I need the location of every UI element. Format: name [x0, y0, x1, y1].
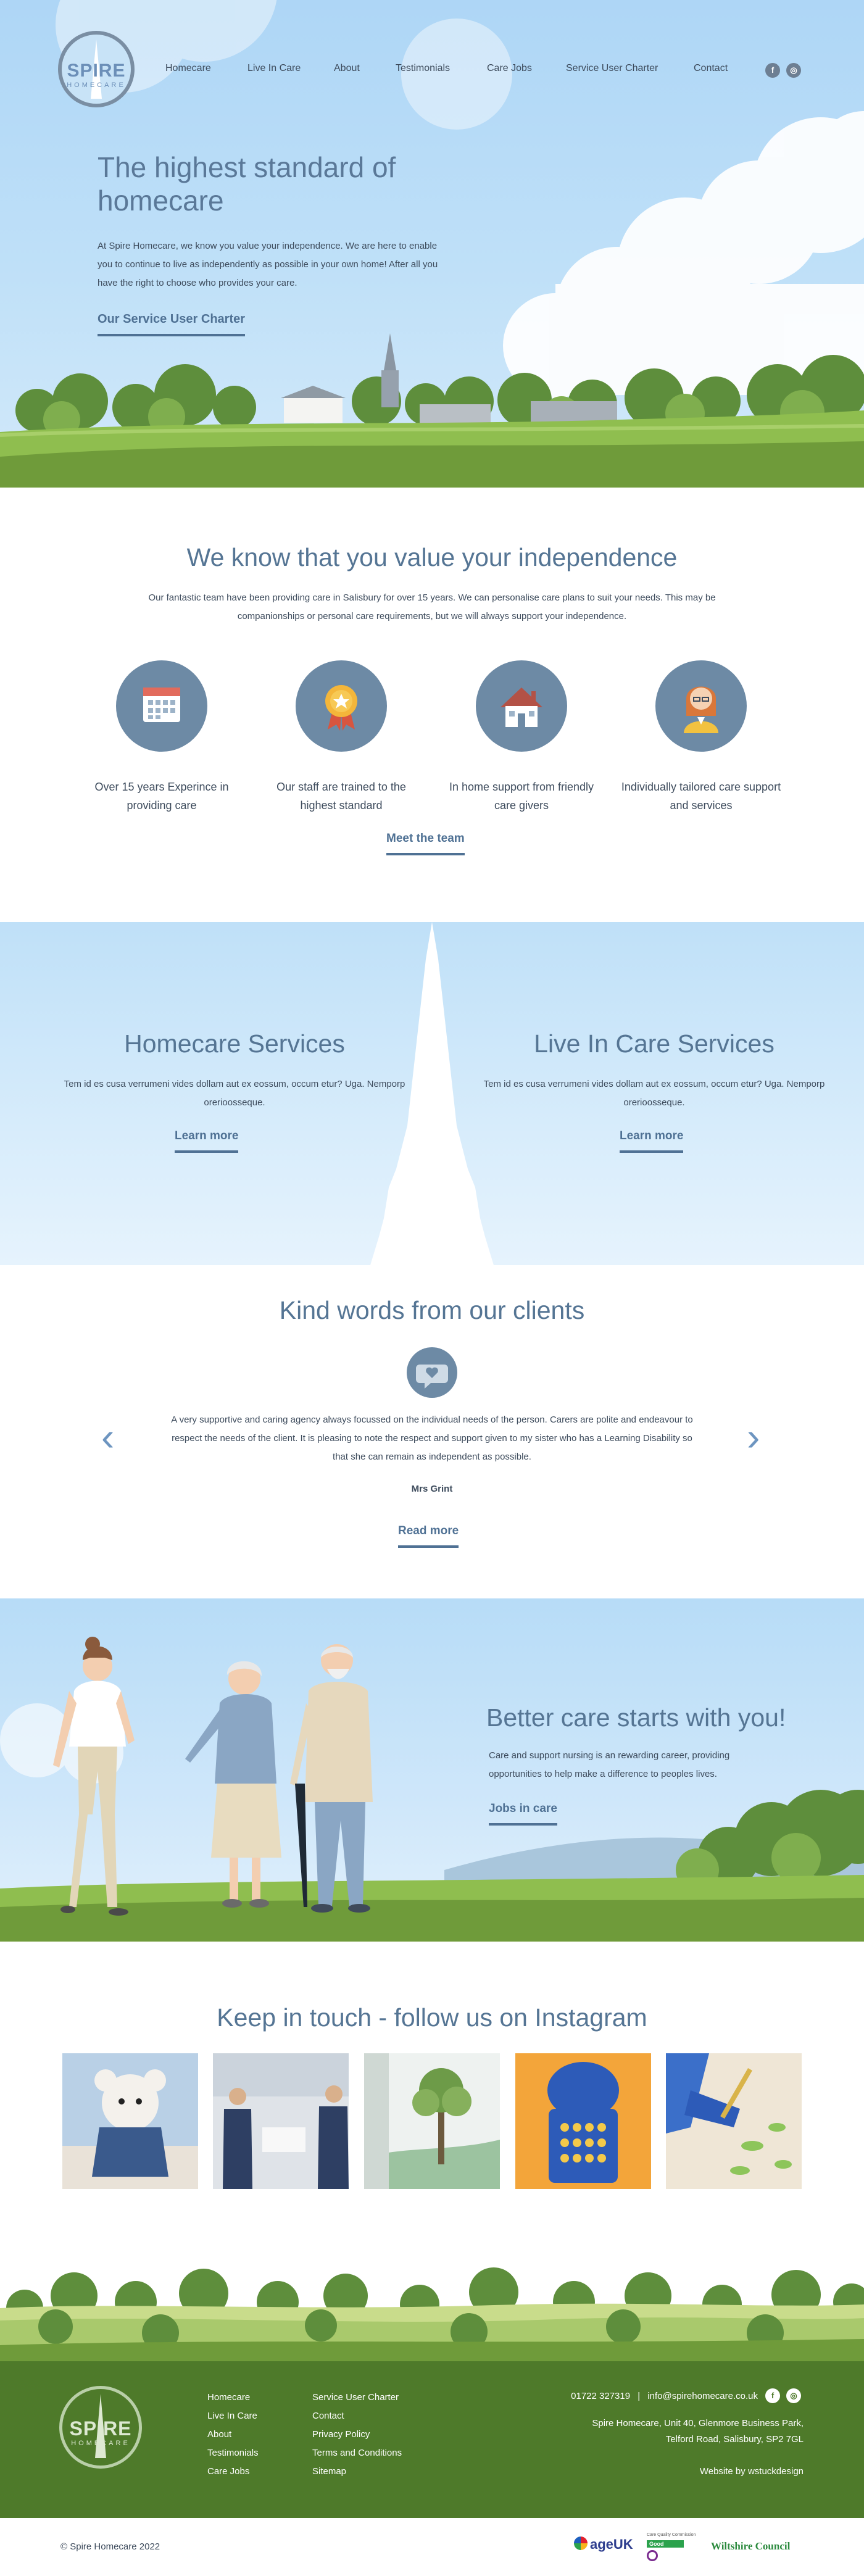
footer-separator: | — [638, 2391, 641, 2401]
footer-address-line-1: Spire Homecare, Unit 40, Glenmore Busine… — [592, 2418, 804, 2429]
age-uk-mark-icon — [574, 2537, 588, 2550]
homecare-learn-more-link[interactable]: Learn more — [175, 1129, 239, 1153]
footer-contact-line: 01722 327319 | info@spirehomecare.co.uk — [571, 2391, 758, 2401]
better-care-section: Better care starts with you! Care and su… — [0, 1598, 864, 1942]
footer-link-live-in-care[interactable]: Live In Care — [207, 2407, 259, 2425]
footer-link-homecare[interactable]: Homecare — [207, 2388, 259, 2407]
footer-email[interactable]: info@spirehomecare.co.uk — [647, 2391, 758, 2401]
feature-experience: Over 15 years Experince in providing car… — [81, 660, 242, 815]
feature-caption: In home support from friendly care giver… — [449, 781, 594, 812]
main-nav: Homecare Live In Care About Testimonials… — [0, 63, 864, 78]
footer-logo-brand: SPIRE — [69, 2417, 132, 2440]
feature-trained-staff: Our staff are trained to the highest sta… — [261, 660, 422, 815]
age-uk-logo[interactable]: ageUK — [574, 2535, 636, 2560]
services-section: Homecare Services Tem id es cusa verrume… — [0, 922, 864, 1265]
age-uk-text: ageUK — [590, 2537, 633, 2552]
teddy-photo-icon — [62, 2053, 198, 2189]
meet-the-team-link[interactable]: Meet the team — [386, 832, 465, 855]
better-care-title: Better care starts with you! — [486, 1703, 786, 1732]
footer-facebook-icon[interactable]: f — [765, 2388, 780, 2403]
page: SPIRE HOMECARE Homecare Live In Care Abo… — [0, 0, 864, 2576]
hero-section: SPIRE HOMECARE Homecare Live In Care Abo… — [0, 0, 864, 488]
feature-caption: Over 15 years Experince in providing car… — [94, 781, 229, 812]
independence-text: Our fantastic team have been providing c… — [148, 592, 716, 621]
testimonials-title: Kind words from our clients — [279, 1296, 585, 1324]
wiltshire-council-logo[interactable]: Wiltshire Council — [711, 2540, 790, 2553]
instagram-title: Keep in touch - follow us on Instagram — [217, 2003, 647, 2032]
game-photo-icon — [515, 2053, 651, 2189]
footer-links-col-2: Service User Charter Contact Privacy Pol… — [312, 2388, 402, 2481]
independence-title: We know that you value your independence — [186, 543, 678, 571]
copyright: © Spire Homecare 2022 — [60, 2541, 160, 2552]
homecare-services-title: Homecare Services — [124, 1029, 345, 1058]
footer-links-col-1: Homecare Live In Care About Testimonials… — [207, 2388, 259, 2481]
credit-link[interactable]: wstuckdesign — [748, 2466, 804, 2477]
footer-link-contact[interactable]: Contact — [312, 2407, 402, 2425]
house-icon — [476, 660, 567, 752]
footer-landscape-illustration — [0, 2267, 864, 2364]
footer-address: Spire Homecare, Unit 40, Glenmore Busine… — [592, 2416, 804, 2448]
read-more-link[interactable]: Read more — [398, 1524, 459, 1548]
instagram-post-2[interactable] — [213, 2053, 349, 2189]
hero-title: The highest standard of homecare — [98, 151, 396, 217]
footer-link-care-jobs[interactable]: Care Jobs — [207, 2462, 259, 2481]
homecare-services-text: Tem id es cusa verrumeni vides dollam au… — [64, 1079, 405, 1108]
nav-care-jobs[interactable]: Care Jobs — [487, 63, 532, 74]
instagram-post-5[interactable] — [666, 2053, 802, 2189]
facebook-icon[interactable]: f — [765, 63, 780, 78]
speech-heart-icon — [407, 1347, 457, 1398]
cqc-rating-badge: Good — [647, 2540, 684, 2548]
cqc-mark-icon — [647, 2550, 658, 2561]
footer-link-about[interactable]: About — [207, 2425, 259, 2444]
footer-address-line-2: Telford Road, Salisbury, SP2 7GL — [665, 2434, 804, 2445]
calendar-icon — [116, 660, 207, 752]
nav-live-in-care[interactable]: Live In Care — [247, 63, 301, 74]
feature-caption: Individually tailored care support and s… — [621, 781, 781, 812]
footer-credit: Website by wstuckdesign — [700, 2466, 804, 2477]
credit-prefix: Website by — [699, 2466, 746, 2477]
live-in-care-text: Tem id es cusa verrumeni vides dollam au… — [483, 1079, 825, 1108]
cqc-logo[interactable]: Care Quality Commission Good — [647, 2533, 696, 2562]
carer-icon — [655, 660, 747, 752]
next-testimonial-arrow[interactable]: › — [747, 1417, 760, 1456]
instagram-post-4[interactable] — [515, 2053, 651, 2189]
footer-logo[interactable]: SPIRE HOMECARE — [59, 2386, 142, 2469]
nav-about[interactable]: About — [334, 63, 360, 74]
feature-tailored-care: Individually tailored care support and s… — [621, 660, 781, 815]
footer-link-sitemap[interactable]: Sitemap — [312, 2462, 402, 2481]
instagram-post-1[interactable] — [62, 2053, 198, 2189]
nav-service-user-charter[interactable]: Service User Charter — [566, 63, 658, 74]
testimonial-quote: A very supportive and caring agency alwa… — [171, 1415, 693, 1462]
footer-link-terms[interactable]: Terms and Conditions — [312, 2444, 402, 2462]
service-user-charter-link[interactable]: Our Service User Charter — [98, 312, 246, 336]
footer-link-testimonials[interactable]: Testimonials — [207, 2444, 259, 2462]
logo-subtitle: HOMECARE — [67, 81, 126, 89]
footer-link-service-user-charter[interactable]: Service User Charter — [312, 2388, 402, 2407]
instagram-post-3[interactable] — [364, 2053, 500, 2189]
previous-testimonial-arrow[interactable]: ‹ — [101, 1417, 114, 1456]
jobs-in-care-link[interactable]: Jobs in care — [489, 1802, 557, 1826]
award-icon — [296, 660, 387, 752]
cqc-name: Care Quality Commission — [647, 2533, 696, 2537]
instagram-icon[interactable]: ◎ — [786, 63, 801, 78]
nav-testimonials[interactable]: Testimonials — [396, 63, 450, 74]
mural-photo-icon — [364, 2053, 500, 2189]
better-care-text: Care and support nursing is an rewarding… — [489, 1750, 730, 1779]
footer-instagram-icon[interactable]: ◎ — [786, 2388, 801, 2403]
hero-text: At Spire Homecare, we know you value you… — [98, 241, 438, 288]
footer-logo-subtitle: HOMECARE — [71, 2440, 130, 2447]
footer-link-privacy-policy[interactable]: Privacy Policy — [312, 2425, 402, 2444]
footer-phone[interactable]: 01722 327319 — [571, 2391, 630, 2401]
nav-contact[interactable]: Contact — [694, 63, 728, 74]
footer: SPIRE HOMECARE Homecare Live In Care Abo… — [0, 2361, 864, 2518]
staff-photo-icon — [213, 2053, 349, 2189]
feature-caption: Our staff are trained to the highest sta… — [276, 781, 406, 812]
testimonial-author: Mrs Grint — [411, 1484, 453, 1494]
live-in-care-title: Live In Care Services — [534, 1029, 775, 1058]
nav-homecare[interactable]: Homecare — [165, 63, 211, 74]
craft-photo-icon — [666, 2053, 802, 2189]
live-in-learn-more-link[interactable]: Learn more — [620, 1129, 684, 1153]
feature-home-support: In home support from friendly care giver… — [441, 660, 602, 815]
bottom-bar: © Spire Homecare 2022 ageUK Care Quality… — [0, 2518, 864, 2576]
